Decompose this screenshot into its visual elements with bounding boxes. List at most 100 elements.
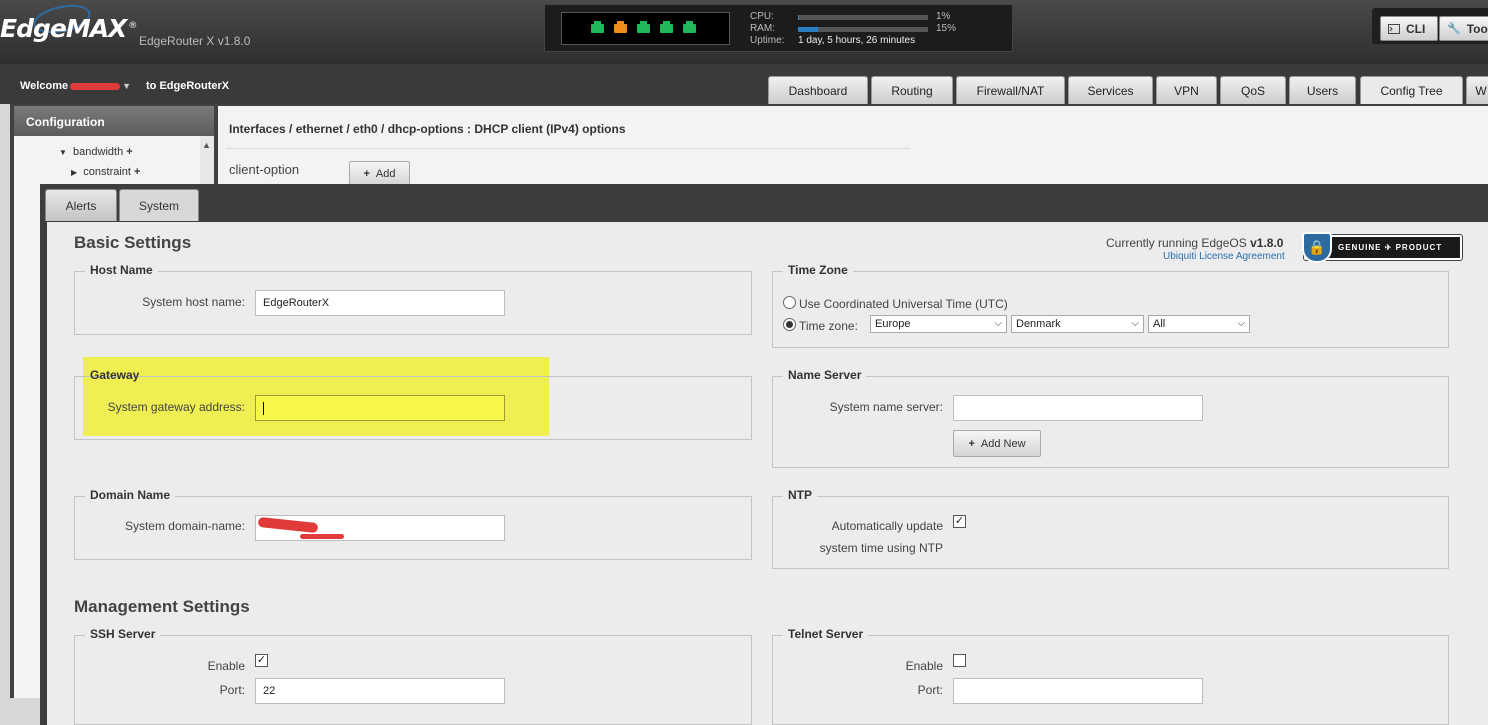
tree-item-bandwidth[interactable]: ▼ bandwidth +: [59, 146, 133, 158]
tab-dashboard[interactable]: Dashboard: [768, 76, 868, 104]
text-cursor: [263, 401, 264, 415]
ram-percent: 15%: [936, 23, 957, 34]
license-link[interactable]: Ubiquiti License Agreement: [1163, 251, 1285, 262]
caret-down-icon: ▼: [122, 81, 132, 91]
telnet-enable-label: Enable: [905, 659, 943, 673]
plus-icon: +: [363, 167, 370, 180]
lock-icon: 🔒: [1302, 232, 1332, 263]
timezone-country-select[interactable]: Denmark ⌵: [1011, 315, 1144, 333]
top-bar: EdgeMAX ® EdgeRouter X v1.8.0 CPU: 1% RAM:…: [0, 0, 1488, 64]
port-5-led: [683, 21, 696, 33]
ntp-legend: NTP: [783, 488, 817, 502]
cli-button[interactable]: CLI: [1380, 16, 1438, 41]
welcome-user-menu[interactable]: Welcome ▼: [20, 80, 131, 92]
ntp-label-line2: system time using NTP: [819, 541, 943, 555]
ssh-port-label: Port:: [219, 683, 245, 697]
time-zone-legend: Time Zone: [783, 263, 853, 277]
name-server-group: Name Server: [772, 368, 1449, 468]
add-name-server-button[interactable]: + Add New: [953, 430, 1041, 457]
port-3-led: [637, 21, 650, 33]
gateway-input[interactable]: [255, 395, 505, 421]
chevron-down-icon: ⌵: [1131, 318, 1139, 329]
top-tools: CLI 🔧 Too: [1372, 8, 1488, 44]
tools-button[interactable]: 🔧 Too: [1439, 16, 1488, 41]
telnet-port-label: Port:: [917, 683, 943, 697]
breadcrumb: Interfaces / ethernet / eth0 / dhcp-opti…: [229, 122, 626, 136]
terminal-icon: [1388, 23, 1400, 34]
divider: [226, 148, 910, 149]
tab-users[interactable]: Users: [1289, 76, 1356, 104]
chevron-down-icon: ⌵: [1237, 318, 1245, 329]
device-version: EdgeRouter X v1.8.0: [139, 34, 251, 48]
management-settings-title: Management Settings: [74, 597, 250, 616]
tab-w[interactable]: W: [1466, 76, 1488, 104]
telnet-port-input[interactable]: [953, 678, 1203, 704]
cpu-percent: 1%: [936, 11, 951, 22]
running-version: Currently running EdgeOS v1.8.0: [1106, 236, 1284, 250]
tab-system[interactable]: System: [119, 189, 199, 221]
caret-down-icon: ▼: [59, 148, 67, 157]
timezone-zone-select[interactable]: All ⌵: [1148, 315, 1250, 333]
timezone-label: Time zone:: [799, 319, 858, 333]
cpu-label: CPU:: [750, 11, 774, 22]
port-4-led: [660, 21, 673, 33]
gateway-legend: Gateway: [90, 368, 140, 382]
plus-icon[interactable]: +: [134, 166, 140, 178]
uptime-label: Uptime:: [750, 35, 785, 46]
telnet-enable-checkbox[interactable]: [953, 654, 966, 667]
scroll-up-icon[interactable]: ▲: [202, 140, 211, 150]
telnet-legend: Telnet Server: [783, 627, 869, 641]
tab-qos[interactable]: QoS: [1220, 76, 1286, 104]
tools-label: Too: [1466, 21, 1488, 36]
wrench-icon: 🔧: [1447, 23, 1461, 35]
name-server-input[interactable]: [953, 395, 1203, 421]
port-2-led: [614, 21, 627, 33]
name-server-legend: Name Server: [783, 368, 867, 382]
name-server-label: System name server:: [829, 400, 943, 414]
tab-firewall-nat[interactable]: Firewall/NAT: [956, 76, 1065, 104]
host-name-input[interactable]: EdgeRouterX: [255, 290, 505, 316]
host-name-label: System host name:: [142, 295, 245, 309]
ssh-port-input[interactable]: 22: [255, 678, 505, 704]
redaction-mark: [300, 534, 344, 539]
ssh-enable-label: Enable: [207, 659, 245, 673]
caret-right-icon: ▶: [71, 168, 78, 177]
ssh-legend: SSH Server: [85, 627, 161, 641]
gateway-label: System gateway address:: [107, 400, 245, 414]
redacted-username: [70, 82, 121, 90]
chevron-down-icon: ⌵: [994, 318, 1002, 329]
tree-item-constraint[interactable]: ▶ constraint +: [71, 166, 140, 178]
badge-text: GENUINE ✈ PRODUCT: [1338, 243, 1443, 252]
ram-bar: [798, 26, 928, 32]
tab-services[interactable]: Services: [1068, 76, 1153, 104]
client-option-label: client-option: [229, 162, 300, 177]
domain-name-legend: Domain Name: [85, 488, 176, 502]
edgemax-logo: EdgeMAX ®: [0, 14, 137, 43]
genuine-product-badge: 🔒 GENUINE ✈ PRODUCT: [1302, 232, 1463, 263]
ssh-enable-checkbox[interactable]: ✓: [255, 654, 268, 667]
tab-routing[interactable]: Routing: [871, 76, 953, 104]
ram-label: RAM:: [750, 23, 775, 34]
resource-stats: CPU: 1% RAM: 15% Uptime: 1 day, 5 hours, 26…: [750, 11, 956, 47]
welcome-device: to EdgeRouterX: [146, 80, 230, 92]
tab-vpn[interactable]: VPN: [1156, 76, 1217, 104]
timezone-radio[interactable]: [783, 318, 796, 331]
utc-radio[interactable]: [783, 296, 796, 309]
cpu-bar: [798, 14, 928, 20]
tab-alerts[interactable]: Alerts: [45, 189, 117, 221]
cli-label: CLI: [1406, 21, 1426, 36]
ntp-label-line1: Automatically update: [831, 519, 943, 533]
ntp-checkbox[interactable]: ✓: [953, 515, 966, 528]
plus-icon: +: [968, 437, 975, 450]
tab-config-tree[interactable]: Config Tree: [1360, 76, 1463, 104]
plus-icon[interactable]: +: [126, 146, 132, 158]
timezone-region-select[interactable]: Europe ⌵: [870, 315, 1007, 333]
utc-label: Use Coordinated Universal Time (UTC): [799, 297, 1008, 311]
add-client-option-button[interactable]: + Add: [349, 161, 410, 186]
domain-name-label: System domain-name:: [124, 519, 245, 533]
port-status: [561, 12, 730, 45]
basic-settings-title: Basic Settings: [74, 233, 192, 252]
config-tree-title: Configuration: [14, 106, 214, 136]
uptime-value: 1 day, 5 hours, 26 minutes: [798, 35, 916, 46]
status-panel: CPU: 1% RAM: 15% Uptime: 1 day, 5 hours, 26…: [544, 4, 1013, 52]
